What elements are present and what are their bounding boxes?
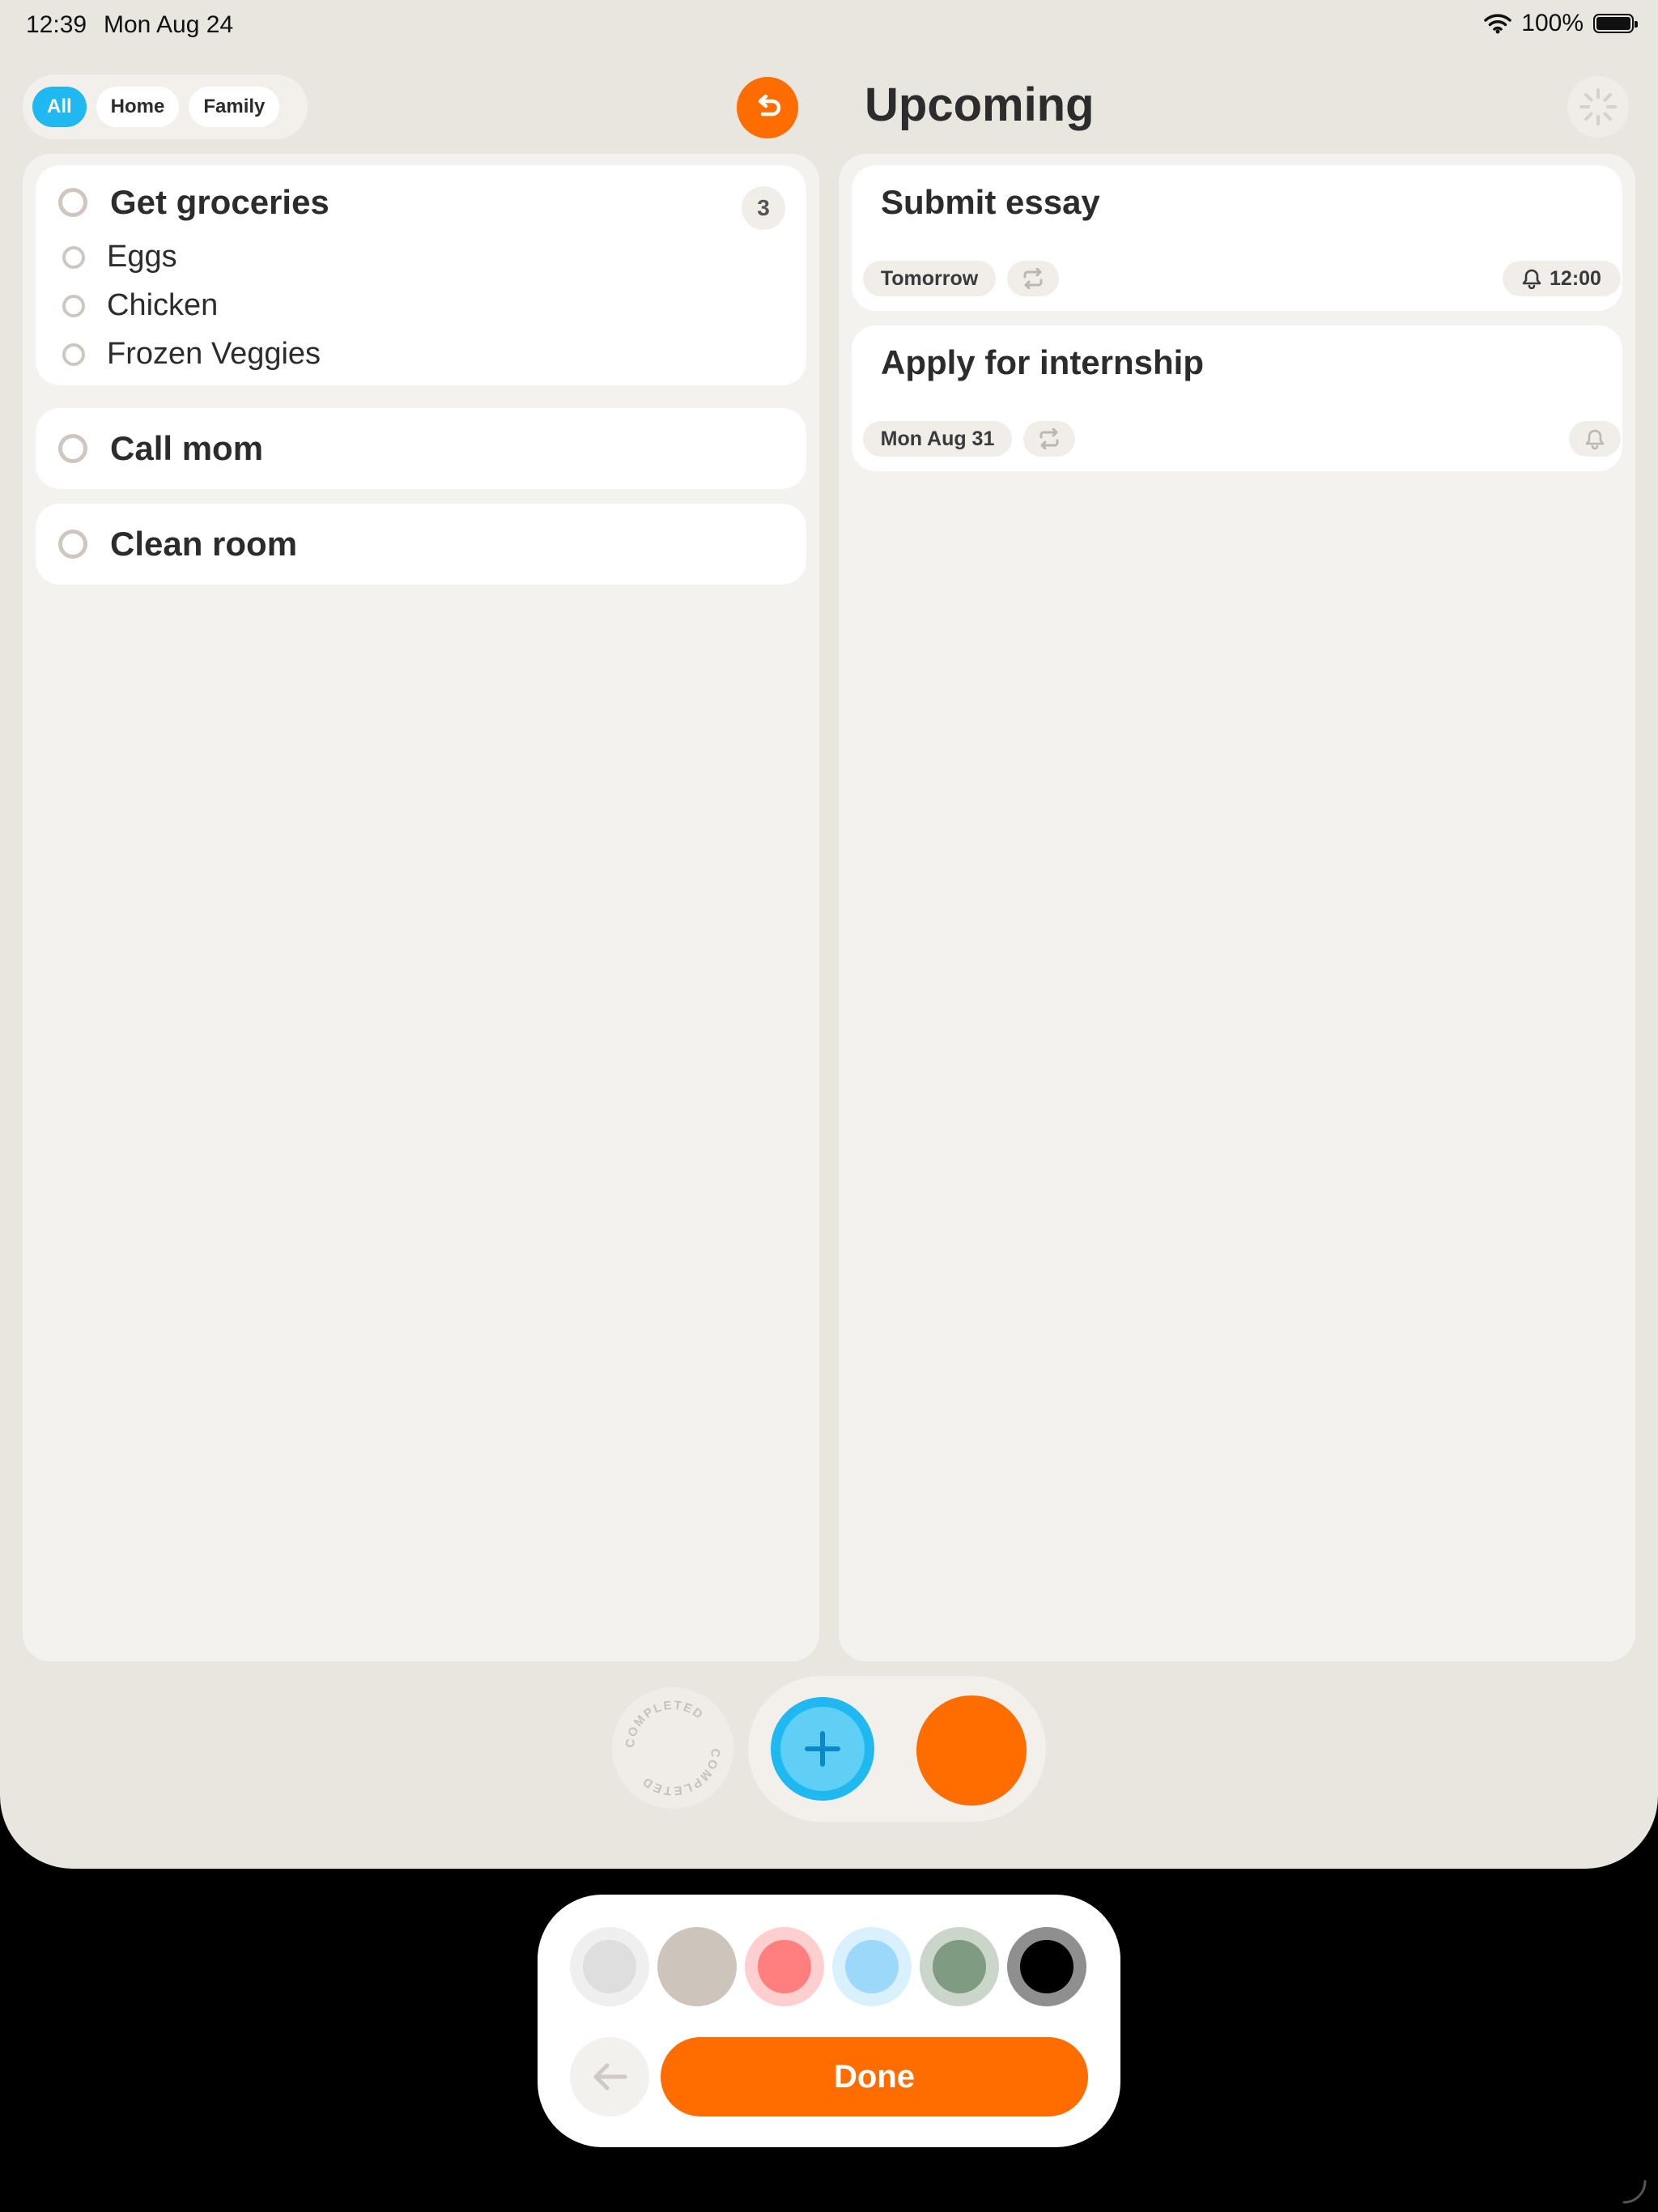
status-indicators: 100%	[1484, 10, 1638, 37]
action-button-group	[748, 1676, 1046, 1822]
battery-percentage: 100%	[1521, 10, 1584, 36]
repeat-button[interactable]	[1007, 261, 1059, 296]
swatch-light-gray[interactable]	[570, 1927, 649, 2006]
reminder-time: 12:00	[1550, 266, 1601, 290]
subtask-count-badge: 3	[742, 186, 785, 230]
svg-text:COMPLETED: COMPLETED	[640, 1747, 723, 1797]
completed-stamp-text: COMPLETED	[640, 1747, 721, 1797]
task-title: Clean room	[110, 525, 298, 563]
back-button[interactable]	[570, 2037, 649, 2116]
sync-button[interactable]	[1567, 76, 1629, 138]
task-title: Submit essay	[881, 183, 1100, 221]
repeat-button[interactable]	[1023, 421, 1075, 457]
svg-text:COMPLETED: COMPLETED	[623, 1699, 707, 1749]
filter-home[interactable]: Home	[96, 87, 180, 127]
task-card-clean-room[interactable]: Clean room	[36, 504, 806, 585]
subtask-checkbox[interactable]	[62, 343, 85, 366]
task-checkbox[interactable]	[58, 530, 87, 559]
color-select-button[interactable]	[916, 1695, 1027, 1806]
plus-icon	[805, 1731, 840, 1767]
status-date: Mon Aug 24	[104, 11, 234, 38]
task-title: Call mom	[110, 429, 264, 467]
upcoming-card-apply-internship[interactable]: Apply for internship Mon Aug 31	[852, 325, 1622, 471]
swatch-beige[interactable]	[657, 1927, 737, 2006]
tasks-panel: Get groceries 3 Eggs Chicken Frozen Vegg…	[23, 154, 819, 1661]
swatch-black[interactable]	[1007, 1927, 1086, 2006]
undo-button[interactable]	[737, 77, 798, 138]
task-card-get-groceries[interactable]: Get groceries 3 Eggs Chicken Frozen Vegg…	[36, 165, 806, 385]
task-card-call-mom[interactable]: Call mom	[36, 408, 806, 489]
battery-icon	[1593, 14, 1638, 33]
undo-icon	[758, 94, 781, 117]
upcoming-panel: Submit essay Tomorrow 12:00 Apply for in…	[839, 154, 1635, 1661]
subtask-checkbox[interactable]	[62, 246, 85, 269]
swatch-green[interactable]	[920, 1927, 999, 2006]
upcoming-card-submit-essay[interactable]: Submit essay Tomorrow 12:00	[852, 165, 1622, 311]
due-date-pill[interactable]: Tomorrow	[863, 261, 996, 296]
wifi-icon	[1484, 14, 1512, 34]
subtask-checkbox[interactable]	[62, 295, 85, 317]
status-time: 12:39	[26, 11, 87, 38]
task-checkbox[interactable]	[58, 434, 87, 463]
filter-family[interactable]: Family	[189, 87, 280, 127]
task-checkbox[interactable]	[58, 188, 87, 217]
filter-all[interactable]: All	[32, 87, 87, 127]
add-task-button[interactable]	[771, 1697, 874, 1801]
bell-icon	[1585, 429, 1605, 449]
completed-stamp-text: COMPLETED	[623, 1699, 705, 1749]
task-title: Get groceries	[110, 183, 329, 221]
filter-tabs: All Home Family	[23, 74, 308, 139]
bell-icon	[1522, 269, 1541, 289]
upcoming-title: Upcoming	[865, 79, 1095, 131]
task-title: Apply for internship	[881, 343, 1204, 381]
resize-handle-icon	[1622, 2180, 1647, 2204]
arrow-left-icon	[593, 2063, 627, 2091]
subtask-label: Chicken	[107, 288, 219, 322]
repeat-icon	[1023, 268, 1043, 289]
due-date-pill[interactable]: Mon Aug 31	[863, 421, 1012, 457]
reminder-pill[interactable]: 12:00	[1503, 261, 1621, 296]
swatch-red[interactable]	[745, 1927, 824, 2006]
subtask-label: Frozen Veggies	[107, 337, 321, 371]
status-bar: 12:39 Mon Aug 24 100%	[0, 0, 1658, 52]
color-picker-sheet: Done	[538, 1895, 1120, 2147]
reminder-button[interactable]	[1569, 421, 1621, 457]
completed-stamp-icon: COMPLETED COMPLETED	[623, 1699, 723, 1798]
done-button[interactable]: Done	[661, 2037, 1088, 2116]
swatch-blue[interactable]	[832, 1927, 912, 2006]
subtask-label: Eggs	[107, 240, 177, 274]
completed-button[interactable]: COMPLETED COMPLETED	[612, 1687, 733, 1809]
repeat-icon	[1039, 428, 1059, 449]
app-screen: 12:39 Mon Aug 24 100% All Home Family Up…	[0, 0, 1658, 1869]
spinner-icon	[1579, 88, 1617, 125]
